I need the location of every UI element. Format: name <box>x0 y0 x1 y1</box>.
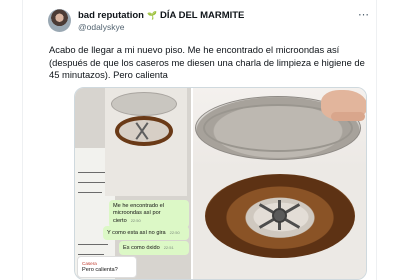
hand-finger <box>331 112 365 121</box>
phone-photo-thumbnail <box>105 88 187 196</box>
tweet-text: Acabo de llegar a mi nuevo piso. Me he e… <box>49 44 365 81</box>
chat-message: Y como esta así no gira 22:50 <box>103 226 189 240</box>
avatar[interactable] <box>48 9 71 32</box>
chat-message: Es como óxido 22:51 <box>119 241 189 255</box>
timeline-left-border <box>22 0 23 280</box>
chat-message: Me he encontrado el microondas así por c… <box>109 200 189 228</box>
user-handle[interactable]: @odalyskye <box>78 22 124 32</box>
chat-screenshot-photo[interactable]: Me he encontrado el microondas así por c… <box>75 88 191 279</box>
media-gallery[interactable]: Me he encontrado el microondas así por c… <box>74 87 367 280</box>
plant-leaf-icon: 🌱 <box>146 10 157 20</box>
chat-reply: Casera Pero calienta? <box>77 256 137 278</box>
author-name-row[interactable]: bad reputation 🌱 DÍA DEL MARMITE <box>78 10 244 21</box>
display-name-suffix[interactable]: DÍA DEL MARMITE <box>160 10 244 21</box>
tweet-card: bad reputation 🌱 DÍA DEL MARMITE @odalys… <box>0 0 420 280</box>
turntable-hub <box>272 208 287 223</box>
more-options-icon[interactable]: ⋯ <box>358 8 370 21</box>
timeline-right-border <box>376 0 377 280</box>
microwave-photo[interactable] <box>193 88 366 279</box>
display-name[interactable]: bad reputation <box>78 10 144 21</box>
